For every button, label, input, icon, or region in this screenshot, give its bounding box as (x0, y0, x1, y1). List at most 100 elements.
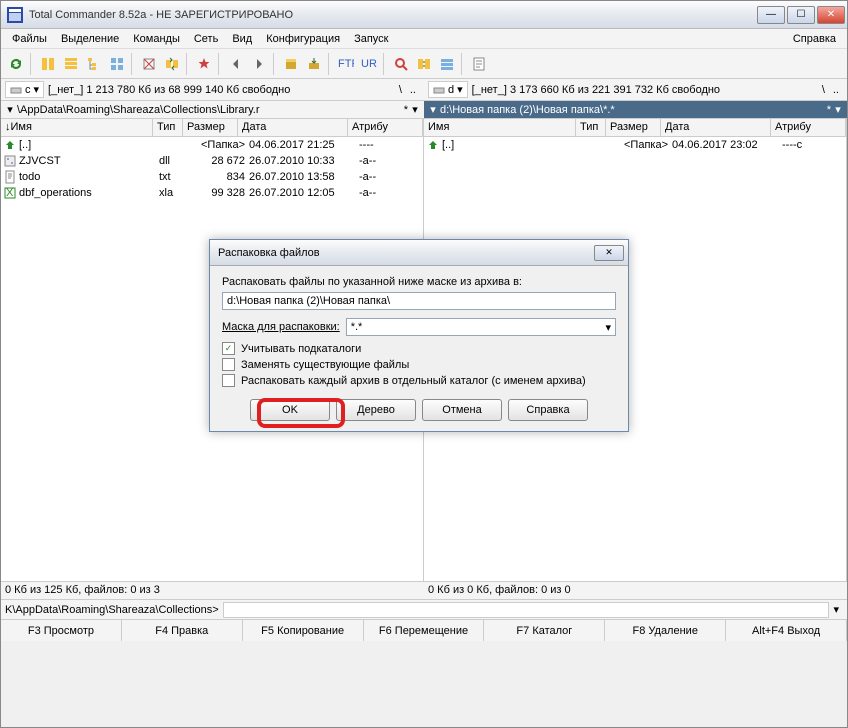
col-attr[interactable]: Атрибу (348, 119, 423, 136)
cancel-button[interactable]: Отмена (422, 399, 502, 421)
right-status: 0 Кб из 0 Кб, файлов: 0 из 0 (424, 581, 847, 599)
col-date[interactable]: Дата (661, 119, 771, 136)
cmdline-dropdown-icon[interactable]: ▾ (829, 603, 843, 616)
invert-sel-icon[interactable] (138, 53, 160, 75)
left-root-button[interactable]: \ (399, 84, 402, 96)
file-row[interactable]: [..]<Папка>04.06.2017 23:02----c (424, 137, 846, 153)
maximize-button[interactable]: ☐ (787, 6, 815, 24)
col-ext[interactable]: Тип (576, 119, 606, 136)
col-date[interactable]: Дата (238, 119, 348, 136)
updir-icon (3, 138, 17, 152)
history-icon[interactable]: ▾ (408, 103, 422, 116)
left-column-headers[interactable]: ↓Имя Тип Размер Дата Атрибу (1, 119, 423, 137)
url-icon[interactable]: URL (358, 53, 380, 75)
left-up-button[interactable]: .. (410, 84, 416, 96)
menu-config[interactable]: Конфигурация (259, 31, 347, 47)
left-path-bar[interactable]: ▾ \AppData\Roaming\Shareaza\Collections\… (1, 101, 424, 119)
menu-net[interactable]: Сеть (187, 31, 225, 47)
separate-dir-checkbox[interactable] (222, 374, 235, 387)
dialog-titlebar: Распаковка файлов ✕ (210, 240, 628, 266)
destination-input[interactable] (222, 292, 616, 310)
sync-icon[interactable] (413, 53, 435, 75)
xla-icon: X (3, 186, 17, 200)
window-title: Total Commander 8.52a - НЕ ЗАРЕГИСТРИРОВ… (29, 9, 757, 21)
tree-button[interactable]: Дерево (336, 399, 416, 421)
col-name[interactable]: Имя (11, 121, 32, 133)
subdirs-label: Учитывать подкаталоги (241, 343, 361, 355)
txt-icon (3, 170, 17, 184)
back-icon[interactable] (225, 53, 247, 75)
col-attr[interactable]: Атрибу (771, 119, 846, 136)
history-down-icon[interactable]: ▾ (3, 103, 17, 116)
brief-view-icon[interactable] (37, 53, 59, 75)
file-row[interactable]: todotxt83426.07.2010 13:58-a-- (1, 169, 423, 185)
history-down-icon[interactable]: ▾ (426, 103, 440, 116)
subdirs-checkbox[interactable]: ✓ (222, 342, 235, 355)
file-row[interactable]: ZJVCSTdll28 67226.07.2010 10:33-a-- (1, 153, 423, 169)
multirename-icon[interactable] (436, 53, 458, 75)
help-button[interactable]: Справка (508, 399, 588, 421)
search-icon[interactable] (390, 53, 412, 75)
right-root-button[interactable]: \ (822, 84, 825, 96)
dialog-prompt: Распаковать файлы по указанной ниже маск… (222, 276, 616, 288)
col-name[interactable]: Имя (424, 119, 576, 136)
mask-value: *.* (351, 321, 363, 333)
right-path: d:\Новая папка (2)\Новая папка\*.* (440, 104, 827, 116)
altf4-button[interactable]: Alt+F4 Выход (726, 620, 847, 641)
menu-file[interactable]: Файлы (5, 31, 54, 47)
menu-help[interactable]: Справка (786, 31, 843, 47)
left-drive-letter: c (25, 84, 31, 96)
f3-button[interactable]: F3 Просмотр (1, 620, 122, 641)
pack-icon[interactable] (280, 53, 302, 75)
full-view-icon[interactable] (60, 53, 82, 75)
file-row[interactable]: [..]<Папка>04.06.2017 21:25---- (1, 137, 423, 153)
refresh-icon[interactable] (5, 53, 27, 75)
f5-button[interactable]: F5 Копирование (243, 620, 364, 641)
close-button[interactable]: ✕ (817, 6, 845, 24)
f8-button[interactable]: F8 Удаление (605, 620, 726, 641)
history-icon[interactable]: ▾ (831, 103, 845, 116)
notepad-icon[interactable] (468, 53, 490, 75)
left-drive-selector[interactable]: c ▾ (5, 81, 44, 98)
file-row[interactable]: X dbf_operationsxla99 32826.07.2010 12:0… (1, 185, 423, 201)
right-drive-bar: d ▾ [_нет_] 3 173 660 Кб из 221 391 732 … (424, 79, 847, 101)
overwrite-checkbox[interactable] (222, 358, 235, 371)
cmdline-path: K\AppData\Roaming\Shareaza\Collections> (5, 604, 219, 616)
menu-commands[interactable]: Команды (126, 31, 187, 47)
right-column-headers[interactable]: Имя Тип Размер Дата Атрибу (424, 119, 846, 137)
right-drive-selector[interactable]: d ▾ (428, 81, 468, 98)
f7-button[interactable]: F7 Каталог (484, 620, 605, 641)
tree-view-icon[interactable] (83, 53, 105, 75)
cmdline-input[interactable] (223, 602, 830, 618)
forward-icon[interactable] (248, 53, 270, 75)
col-ext[interactable]: Тип (153, 119, 183, 136)
thumbnails-icon[interactable] (106, 53, 128, 75)
swap-panels-icon[interactable] (161, 53, 183, 75)
unpack-icon[interactable] (303, 53, 325, 75)
dialog-close-button[interactable]: ✕ (594, 245, 624, 261)
menu-select[interactable]: Выделение (54, 31, 126, 47)
left-drive-info: 1 213 780 Кб из 68 999 140 Кб свободно (86, 84, 290, 96)
f6-button[interactable]: F6 Перемещение (364, 620, 485, 641)
right-path-bar[interactable]: ▾ d:\Новая папка (2)\Новая папка\*.* * ▾ (424, 101, 847, 119)
menu-view[interactable]: Вид (225, 31, 259, 47)
minimize-button[interactable]: — (757, 6, 785, 24)
ok-button[interactable]: OK (250, 399, 330, 421)
col-size[interactable]: Размер (183, 119, 238, 136)
app-icon (7, 7, 23, 23)
right-drive-info: 3 173 660 Кб из 221 391 732 Кб свободно (510, 84, 720, 96)
f4-button[interactable]: F4 Правка (122, 620, 243, 641)
separate-dir-label: Распаковать каждый архив в отдельный кат… (241, 375, 586, 387)
ftp-icon[interactable]: FTP (335, 53, 357, 75)
menu-start[interactable]: Запуск (347, 31, 395, 47)
col-size[interactable]: Размер (606, 119, 661, 136)
right-drive-letter: d (448, 84, 454, 96)
star-icon[interactable] (193, 53, 215, 75)
svg-text:X: X (6, 187, 14, 199)
right-up-button[interactable]: .. (833, 84, 839, 96)
mask-combo[interactable]: *.* ▾ (346, 318, 616, 336)
command-line: K\AppData\Roaming\Shareaza\Collections> … (1, 599, 847, 619)
unpack-dialog: Распаковка файлов ✕ Распаковать файлы по… (209, 239, 629, 432)
svg-text:URL: URL (361, 58, 377, 70)
left-drive-label: [_нет_] (48, 84, 83, 96)
